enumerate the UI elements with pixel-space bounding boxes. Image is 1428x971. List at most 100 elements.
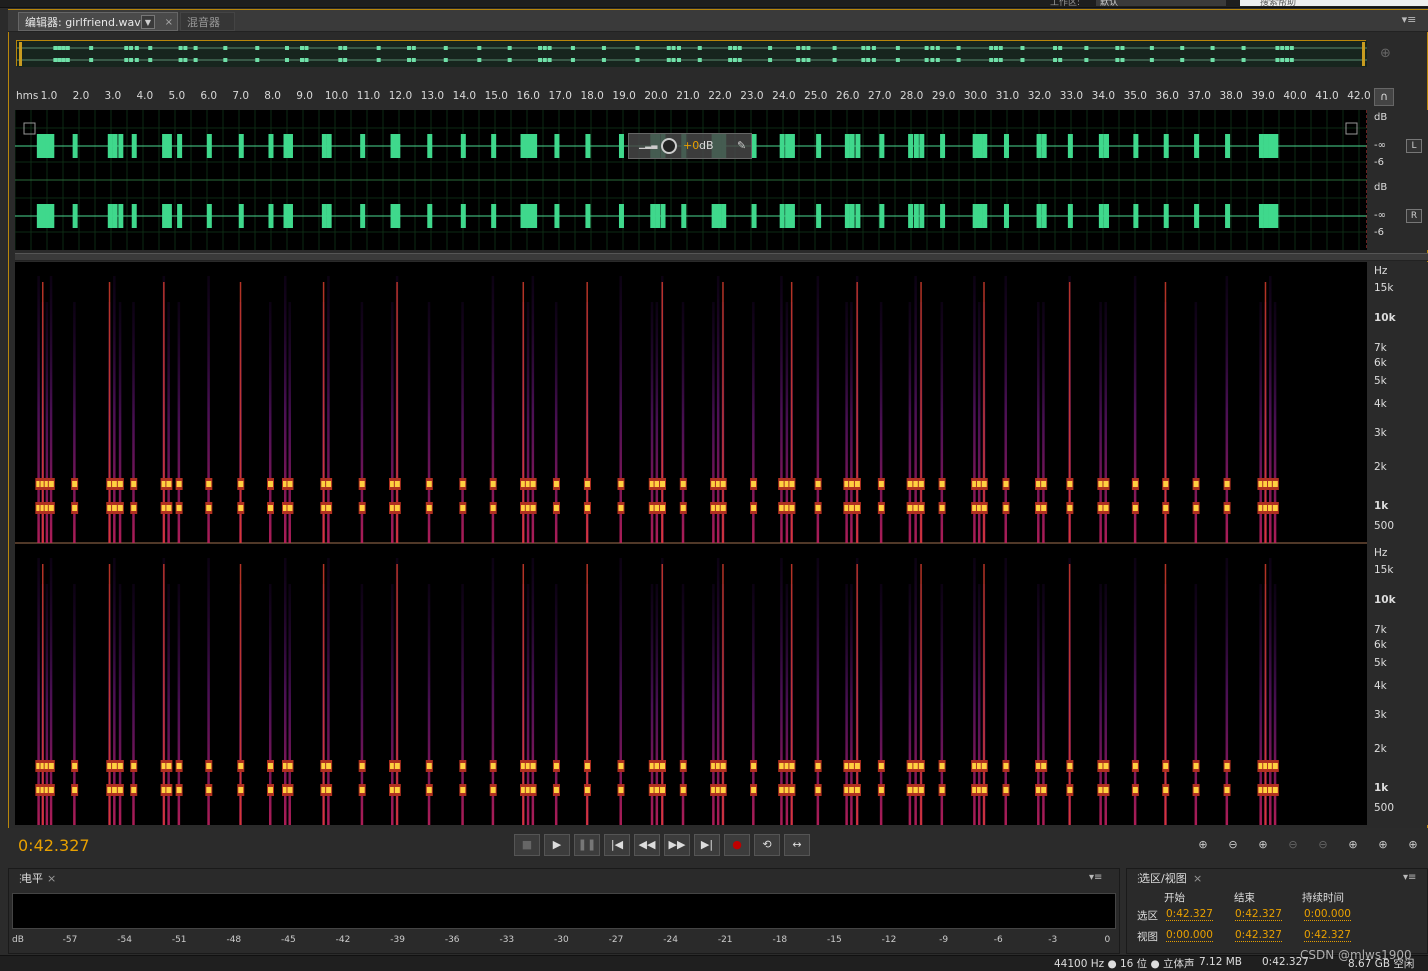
overview-burst [768, 46, 773, 50]
selection-end[interactable]: 0:42.327 [1235, 908, 1282, 921]
view-end[interactable]: 0:42.327 [1235, 929, 1282, 942]
skip-selection-button[interactable]: ↔ [784, 834, 810, 856]
level-menu-icon[interactable]: ▾≡ [1089, 872, 1102, 883]
meter-scale-label: -39 [390, 935, 405, 945]
volume-hud[interactable]: ▁▂▃ +0 dB ✎ [628, 133, 752, 159]
waveform-burst [390, 204, 396, 228]
stop-button[interactable]: ■ [514, 834, 540, 856]
amplitude-scale: dB -∞ -6 L dB -∞ -6 R [1368, 110, 1428, 250]
view-splitter[interactable] [15, 253, 1428, 261]
zoom-out-time-icon[interactable]: ⊖ [1280, 838, 1306, 854]
ruler-tick: 37.0 [1187, 90, 1211, 102]
view-start[interactable]: 0:00.000 [1166, 929, 1213, 942]
waveform-display[interactable] [15, 110, 1367, 250]
channel-l-button[interactable]: L [1406, 139, 1422, 153]
spectral-hotspot [112, 787, 118, 793]
close-tab-icon[interactable]: × [165, 13, 173, 32]
waveform-burst [618, 134, 624, 158]
level-panel-title[interactable]: 电平 [17, 871, 43, 887]
selection-panel-title[interactable]: 选区/视图 [1135, 871, 1187, 887]
overview-burst [930, 46, 935, 50]
zoom-icon[interactable]: ⊕ [1380, 46, 1396, 62]
ruler-tick: 9.0 [296, 90, 313, 102]
time-ruler[interactable]: hms 1.0 2.0 3.0 4.0 5.0 6.0 7.0 8.0 9.0 10.0 11.0 1… [16, 88, 1371, 108]
waveform-burst [977, 204, 983, 228]
waveform-burst [107, 204, 113, 228]
workspace-select[interactable]: 默认 [1096, 0, 1226, 6]
volume-value[interactable]: +0 [683, 139, 699, 152]
tab-editor[interactable]: 编辑器: girlfriend.wav ▼ × [18, 12, 178, 31]
spectral-display[interactable] [15, 262, 1367, 825]
selection-duration[interactable]: 0:00.000 [1304, 908, 1351, 921]
level-close-icon[interactable]: × [43, 871, 56, 887]
spectral-hotspot [359, 763, 365, 769]
selection-menu-icon[interactable]: ▾≡ [1403, 872, 1416, 883]
go-to-start-button[interactable]: |◀ [604, 834, 630, 856]
overview-burst [861, 58, 866, 62]
spectral-hotspot [72, 481, 78, 487]
ruler-tick: 31.0 [995, 90, 1020, 102]
waveform-burst [206, 134, 212, 158]
spectral-hotspot [1067, 505, 1073, 511]
zoom-selection-icon[interactable]: ⊕ [1400, 838, 1426, 854]
play-button[interactable]: ▶ [544, 834, 570, 856]
waveform-burst [1225, 204, 1231, 228]
volume-knob[interactable] [661, 138, 677, 154]
zoom-in-time-icon[interactable]: ⊕ [1250, 838, 1276, 854]
overview-burst [507, 46, 512, 50]
ruler-tick: 36.0 [1155, 90, 1179, 102]
current-time[interactable]: 0:42.327 [18, 836, 90, 855]
spectral-hotspot [1224, 763, 1230, 769]
loop-button[interactable]: ⟲ [754, 834, 780, 856]
overview-burst [796, 46, 801, 50]
waveform-burst [855, 204, 861, 228]
spectral-hotspot [1272, 787, 1278, 793]
overview-burst [411, 46, 416, 50]
waveform-burst [530, 204, 538, 228]
record-button[interactable]: ● [724, 834, 750, 856]
selection-start[interactable]: 0:42.327 [1166, 908, 1213, 921]
help-search-input[interactable]: 搜索帮助 [1240, 0, 1428, 6]
waveform-burst [1258, 134, 1264, 158]
overview-burst [376, 58, 381, 62]
overview-burst [1020, 46, 1025, 50]
pause-button[interactable]: ❚❚ [574, 834, 600, 856]
rewind-button[interactable]: ◀◀ [634, 834, 660, 856]
row-view-label: 视图 [1137, 931, 1158, 943]
overview-burst [183, 58, 188, 62]
spectral-hotspot [854, 763, 860, 769]
spectral-hotspot [878, 505, 884, 511]
spectral-hotspot [1163, 787, 1169, 793]
headphone-icon[interactable]: ∩ [1374, 88, 1394, 106]
selection-close-icon[interactable]: × [1189, 871, 1202, 887]
overview-navigator[interactable] [16, 40, 1367, 67]
zoom-out-amplitude-icon[interactable]: ⊖ [1220, 838, 1246, 854]
waveform-burst [118, 134, 124, 158]
spectral-hotspot [176, 505, 182, 511]
overview-burst [507, 58, 512, 62]
overview-burst [728, 58, 733, 62]
spectral-hotspot [1003, 505, 1009, 511]
view-duration[interactable]: 0:42.327 [1304, 929, 1351, 942]
zoom-in-amplitude-icon[interactable]: ⊕ [1190, 838, 1216, 854]
zoom-in-start-icon[interactable]: ⊕ [1340, 838, 1366, 854]
waveform-burst [554, 204, 560, 228]
fast-forward-button[interactable]: ▶▶ [664, 834, 690, 856]
overview-burst [284, 58, 289, 62]
channel-r-button[interactable]: R [1406, 209, 1422, 223]
waveform-burst [131, 134, 137, 158]
spectral-hotspot [112, 763, 118, 769]
ruler-tick: 1.0 [40, 90, 58, 102]
waveform-svg [15, 110, 1367, 250]
pin-icon[interactable]: ✎ [737, 139, 746, 152]
overview-burst [1058, 46, 1063, 50]
spectral-hotspot [1132, 787, 1138, 793]
go-to-end-button[interactable]: ▶| [694, 834, 720, 856]
spectral-hotspot [1067, 763, 1073, 769]
file-dropdown-icon[interactable]: ▼ [141, 15, 155, 29]
zoom-out-full-icon[interactable]: ⊖ [1310, 838, 1336, 854]
panel-menu-icon[interactable]: ▾≡ [1398, 13, 1420, 27]
zoom-in-end-icon[interactable]: ⊕ [1370, 838, 1396, 854]
waveform-burst [1036, 204, 1042, 228]
tab-mixer[interactable]: 混音器 [180, 12, 235, 31]
